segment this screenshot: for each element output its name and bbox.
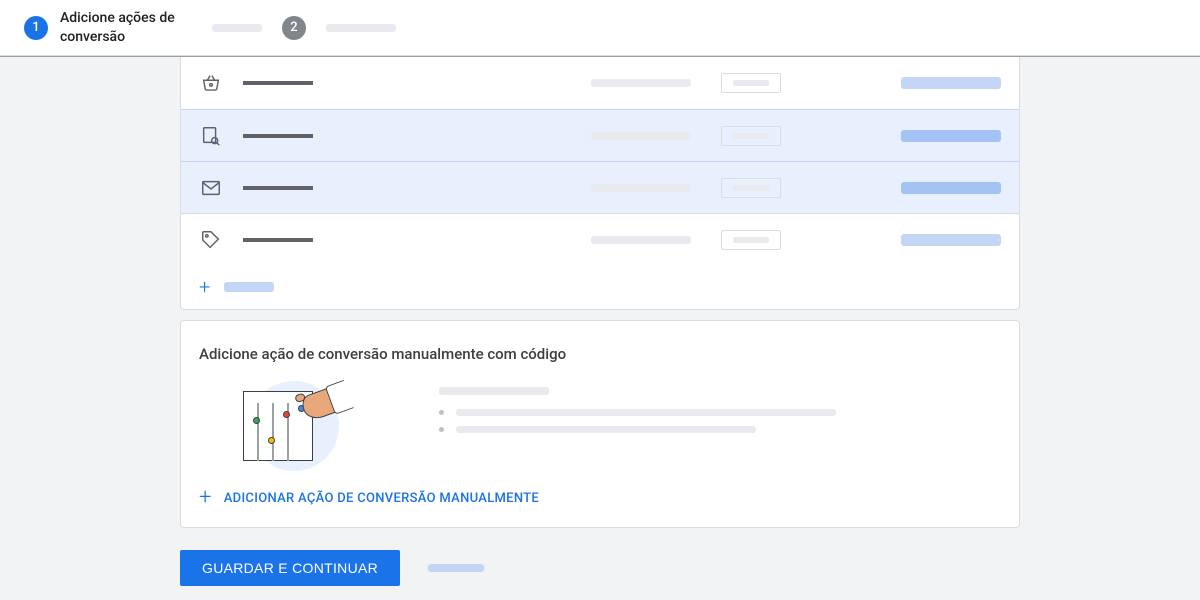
row-title-skeleton: [243, 238, 313, 242]
desc-line-skeleton: [456, 409, 836, 416]
manual-link-label: ADICIONAR AÇÃO DE CONVERSÃO MANUALMENTE: [224, 491, 539, 506]
page-search-icon: [199, 124, 223, 148]
tag-icon: [199, 228, 223, 252]
table-row[interactable]: [181, 161, 1019, 213]
step-1-number: 1: [24, 16, 48, 40]
footer: GUARDAR E CONTINUAR: [180, 550, 1020, 590]
step-2-label-skeleton: [326, 24, 396, 32]
row-col2-skeleton: [591, 132, 691, 140]
row-action-skeleton[interactable]: [901, 130, 1001, 142]
row-chip[interactable]: [721, 73, 781, 93]
row-chip[interactable]: [721, 126, 781, 146]
step-2-number: 2: [282, 16, 306, 40]
row-col2-skeleton: [591, 79, 691, 87]
add-row-label-skeleton: [224, 282, 274, 292]
row-title-skeleton: [243, 186, 313, 190]
row-action-skeleton[interactable]: [901, 234, 1001, 246]
step-1-label: Adicione ações de conversão: [60, 9, 200, 45]
row-col2-skeleton: [591, 236, 691, 244]
add-manual-conversion-link[interactable]: + ADICIONAR AÇÃO DE CONVERSÃO MANUALMENT…: [199, 487, 1001, 509]
table-row[interactable]: [181, 57, 1019, 109]
step-1[interactable]: 1 Adicione ações de conversão: [24, 9, 200, 45]
plus-icon: +: [199, 277, 210, 297]
manual-desc: [439, 381, 1001, 443]
row-title-skeleton: [243, 81, 313, 85]
row-chip[interactable]: [721, 230, 781, 250]
row-title-skeleton: [243, 134, 313, 138]
sliders-illustration: [239, 381, 349, 471]
conversion-rows-card: +: [180, 57, 1020, 310]
table-row[interactable]: [181, 213, 1019, 265]
desc-heading-skeleton: [439, 387, 549, 395]
manual-conversion-card: Adicione ação de conversão manualmente c…: [180, 320, 1020, 528]
manual-card-title: Adicione ação de conversão manualmente c…: [199, 345, 1001, 363]
basket-icon: [199, 71, 223, 95]
row-chip[interactable]: [721, 178, 781, 198]
save-continue-button[interactable]: GUARDAR E CONTINUAR: [180, 550, 400, 586]
row-col2-skeleton: [591, 184, 691, 192]
step-2[interactable]: 2: [282, 16, 306, 40]
mail-icon: [199, 176, 223, 200]
row-action-skeleton[interactable]: [901, 182, 1001, 194]
step-connector-skeleton: [212, 24, 262, 32]
plus-icon: +: [199, 487, 212, 509]
stepper: 1 Adicione ações de conversão 2: [0, 0, 1200, 56]
add-row-button[interactable]: +: [181, 265, 1019, 309]
row-action-skeleton[interactable]: [901, 77, 1001, 89]
secondary-link-skeleton[interactable]: [428, 564, 484, 572]
page-canvas: + Adicione ação de conversão manualmente…: [0, 56, 1200, 600]
desc-line-skeleton: [456, 426, 756, 433]
table-row[interactable]: [181, 109, 1019, 161]
